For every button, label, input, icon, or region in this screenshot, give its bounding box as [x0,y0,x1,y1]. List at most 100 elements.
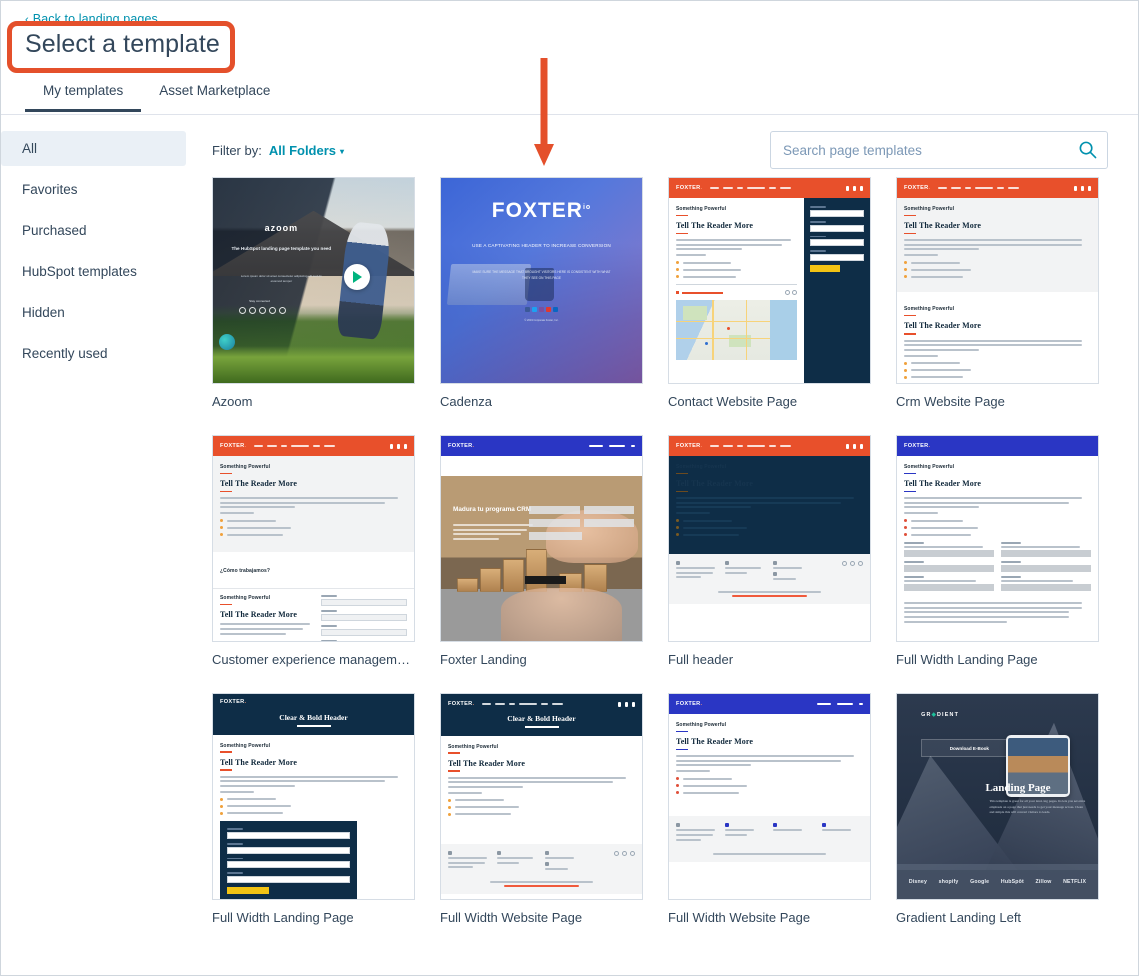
gradient-title: Landing Page [985,782,1051,795]
azoom-social-label: Stay connected [249,298,270,303]
search-box [770,131,1108,169]
chevron-left-icon: ‹ [25,14,29,26]
preview-heading-small: Something Powerful [904,306,955,313]
preview-navy-header: FOXTER. Clear & Bold Header [213,694,414,735]
sidebar-item-hidden[interactable]: Hidden [1,295,186,330]
template-thumbnail-full-header[interactable]: FOXTER. Something Powerful Tell The Read… [668,435,871,642]
template-name: Azoom [212,394,253,409]
preview-nav-social [846,443,863,449]
preview-rule [676,214,688,217]
preview-nav-bar: FOXTER. [441,436,642,456]
facebook-icon [239,307,247,315]
sidebar-item-recently-used[interactable]: Recently used [1,336,186,371]
template-thumbnail-full-width-landing-page-2[interactable]: FOXTER. Clear & Bold Header Something Po… [212,693,415,900]
tab-my-templates[interactable]: My templates [25,79,142,112]
preview-nav-bar: FOXTER. [213,436,414,456]
preview-question: ¿Cómo trabajamos? [220,568,271,575]
cadenza-copyright: © 2019 Corporate Foxter, Inc. [524,319,559,323]
preview-nav-links [938,186,1020,190]
instagram-icon [279,307,287,315]
template-card[interactable]: FOXTER. Something Powerful Tell The Read… [668,435,871,667]
foxter-hand-shape-2 [501,587,622,641]
template-name: Full header [668,652,734,667]
search-input[interactable] [770,131,1108,169]
brand-logo-strip: Disney shopify Google HubSpōt Zillow NET… [897,864,1098,899]
sidebar-item-purchased[interactable]: Purchased [1,213,186,248]
template-thumbnail-cadenza[interactable]: FOXTERio USE A CAPTIVATING HEADER TO INC… [440,177,643,384]
template-thumbnail-contact-website-page[interactable]: FOXTER. Something Powerful Tell The Read… [668,177,871,384]
template-card[interactable]: FOXTER. Something Powerful Tell The Read… [668,177,871,409]
template-name: Crm Website Page [896,394,1005,409]
play-icon[interactable] [343,264,370,291]
template-thumbnail-full-width-landing-page[interactable]: FOXTER. Something Powerful Tell The Read… [896,435,1099,642]
template-thumbnail-gradient-landing-left[interactable]: GR◆DIENT Download E-Book Landing Page Th… [896,693,1099,900]
folder-filter-dropdown[interactable]: All Folders ▾ [269,143,344,158]
sidebar-item-favorites[interactable]: Favorites [1,172,186,207]
template-card[interactable]: azoom The HubSpot landing page template … [212,177,415,409]
page-title: Select a template [25,30,220,58]
template-card[interactable]: FOXTER. Something Powerful Tell The Read… [896,177,1099,409]
preview-nav-links [710,186,792,190]
preview-nav-links [710,444,792,448]
preview-nav-social [846,185,863,191]
preview-heading-big: Tell The Reader More [904,221,982,231]
preview-map [676,300,797,361]
azoom-social-icons [239,307,287,315]
preview-heading-big: Tell The Reader More [904,479,982,489]
preview-heading-big: Tell The Reader More [448,758,526,768]
preview-clear-bold-header: Clear & Bold Header [507,714,576,723]
template-card[interactable]: FOXTER. Madura tu programa CRM Foxter La… [440,435,643,667]
preview-nav-links [254,444,336,448]
download-ebook-button[interactable]: Download E-Book [921,739,1018,758]
preview-heading-small: Something Powerful [676,722,727,728]
tab-asset-marketplace[interactable]: Asset Marketplace [141,79,288,112]
template-name: Contact Website Page [668,394,798,409]
template-card[interactable]: FOXTER. Clear & Bold Header Something Po… [440,693,643,925]
back-to-landing-pages-link[interactable]: ‹ Back to landing pages [25,12,158,26]
gradient-paragraph: This template is great for all your land… [989,798,1086,815]
sidebar-item-hubspot-templates[interactable]: HubSpot templates [1,254,186,289]
preview-heading-small: Something Powerful [448,743,499,750]
template-thumbnail-full-width-website-page[interactable]: FOXTER. Clear & Bold Header Something Po… [440,693,643,900]
template-card[interactable]: GR◆DIENT Download E-Book Landing Page Th… [896,693,1099,925]
template-card[interactable]: FOXTER. Something Powerful Tell The Read… [896,435,1099,667]
template-card[interactable]: FOXTER. Clear & Bold Header Something Po… [212,693,415,925]
template-name: Full Width Website Page [668,910,811,925]
preview-heading-small: Something Powerful [220,464,271,470]
preview-heading-small: Something Powerful [220,595,271,602]
preview-navy-header: FOXTER. Clear & Bold Header [441,694,642,736]
gradient-logo-rest: DIENT [936,712,960,719]
preview-heading-big: Tell The Reader More [676,479,754,489]
foxter-cta-button[interactable] [525,575,566,584]
sidebar-item-all[interactable]: All [1,131,186,166]
template-thumbnail-full-width-website-page-2[interactable]: FOXTER. Something Powerful Tell The Read… [668,693,871,900]
preview-heading-big: Tell The Reader More [904,321,982,331]
youtube-icon [259,307,267,315]
preview-heading-small: Something Powerful [904,206,955,212]
cadenza-headline: USE A CAPTIVATING HEADER TO INCREASE CON… [472,242,611,248]
preview-heading-small: Something Powerful [904,464,955,470]
azoom-grass-shape [213,346,414,383]
foxter-logo: FOXTER. [676,701,703,707]
foxter-white-strip [441,456,642,476]
youtube-icon [546,307,551,313]
sidebar: All Favorites Purchased HubSpot template… [1,115,200,975]
twitter-icon [532,307,537,313]
template-thumbnail-crm-website-page[interactable]: FOXTER. Something Powerful Tell The Read… [896,177,1099,384]
preview-nav-bar: FOXTER. [669,178,870,198]
template-name: Full Width Landing Page [896,652,1038,667]
template-name: Cadenza [440,394,493,409]
back-link-label: Back to landing pages [32,12,158,26]
preview-heading-small: Something Powerful [676,206,727,212]
top-bar: ‹ Back to landing pages Select a template… [1,1,1138,115]
template-card[interactable]: FOXTER. Something Powerful Tell The Read… [212,435,415,667]
brand-logo-zillow: Zillow [1035,878,1052,885]
template-card[interactable]: FOXTER. Something Powerful Tell The Read… [668,693,871,925]
main-content: Filter by: All Folders ▾ Search page tem… [200,115,1138,975]
gradient-logo: GR◆DIENT [921,712,959,718]
template-thumbnail-customer-experience[interactable]: FOXTER. Something Powerful Tell The Read… [212,435,415,642]
foxter-logo: FOXTER. [904,443,931,449]
template-card[interactable]: FOXTERio USE A CAPTIVATING HEADER TO INC… [440,177,643,409]
template-thumbnail-foxter-landing[interactable]: FOXTER. Madura tu programa CRM [440,435,643,642]
template-thumbnail-azoom[interactable]: azoom The HubSpot landing page template … [212,177,415,384]
